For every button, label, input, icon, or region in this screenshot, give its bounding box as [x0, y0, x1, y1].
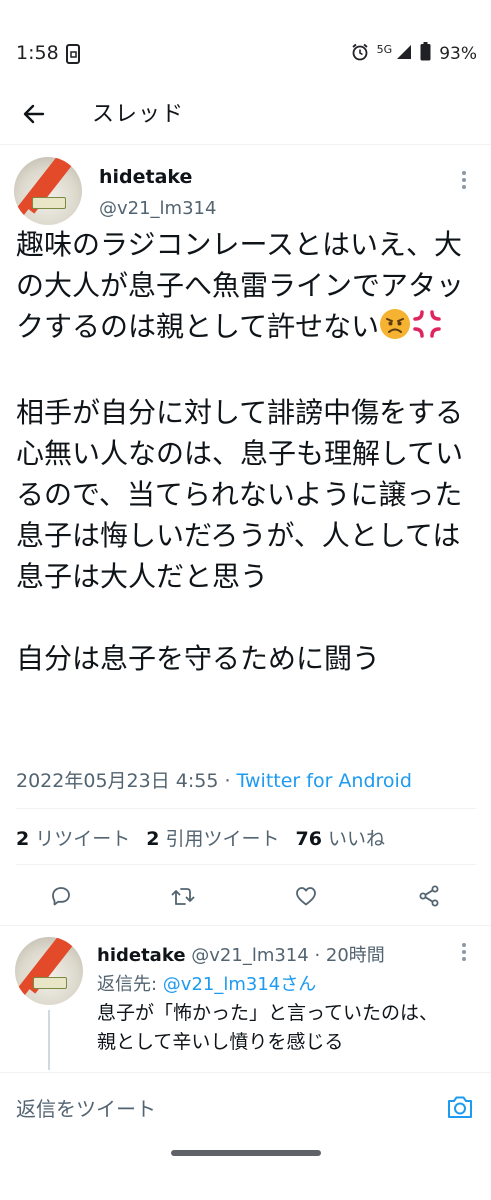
- quotes-label: 引用ツイート: [165, 828, 280, 850]
- network-label: 5G: [376, 42, 393, 56]
- author-handle[interactable]: @v21_lm314: [99, 198, 216, 219]
- reply-to-label: 返信先:: [97, 974, 163, 995]
- reply-header: hidetake @v21_lm314 · 20時間: [97, 941, 385, 967]
- reply-author-avatar[interactable]: [15, 937, 83, 1005]
- more-options-button[interactable]: [452, 170, 476, 194]
- header-divider: [0, 144, 491, 145]
- retweet-button[interactable]: [167, 880, 199, 912]
- more-vertical-icon: [462, 171, 466, 189]
- share-button[interactable]: [413, 880, 445, 912]
- anger-symbol-emoji: [411, 308, 443, 351]
- reply-input[interactable]: 返信をツイート: [16, 1093, 156, 1122]
- battery-percent: 93%: [439, 44, 477, 64]
- quotes-stat[interactable]: 2 引用ツイート: [146, 824, 279, 851]
- tweet-meta: 2022年05月23日 4:55 · Twitter for Android: [16, 766, 412, 793]
- share-icon: [419, 885, 439, 907]
- page-title: スレッド: [92, 102, 185, 127]
- reply-text: 息子が「怖かった」と言っていたのは、親として辛いし憤りを感じる: [97, 1002, 439, 1053]
- tweet-paragraph-3: 自分は息子を守るために闘う: [16, 642, 381, 675]
- status-time: 1:58: [16, 42, 59, 64]
- likes-label: いいね: [327, 828, 385, 850]
- retweets-stat[interactable]: 2 リツイート: [16, 824, 130, 851]
- tweet-text: 趣味のラジコンレースとはいえ、大の大人が息子へ魚雷ラインでアタックするのは親とし…: [16, 224, 478, 679]
- reply-more-options-button[interactable]: [452, 942, 476, 966]
- more-vertical-icon: [462, 943, 466, 961]
- screenshot-notification-icon: [66, 44, 80, 68]
- angry-face-emoji: [379, 308, 411, 351]
- tweet-source-link[interactable]: Twitter for Android: [237, 770, 412, 792]
- back-button[interactable]: [14, 94, 54, 134]
- camera-button[interactable]: [444, 1091, 476, 1123]
- reply-time: · 20時間: [314, 945, 385, 966]
- retweets-count: 2: [16, 828, 30, 850]
- system-navigation-bar: [0, 1143, 491, 1200]
- tweet-stats: 2 リツイート 2 引用ツイート 76 いいね: [16, 824, 385, 851]
- divider: [16, 864, 476, 865]
- reply-author-handle[interactable]: @v21_lm314: [191, 945, 308, 966]
- reply-icon: [52, 887, 70, 906]
- alarm-icon: [351, 43, 369, 66]
- tweet-actions: [0, 876, 491, 916]
- reply-to-line: 返信先: @v21_lm314さん: [97, 970, 316, 996]
- camera-icon: [448, 1096, 472, 1118]
- reply-button[interactable]: [45, 880, 77, 912]
- like-icon: [296, 887, 316, 906]
- author-name[interactable]: hidetake: [99, 166, 192, 188]
- reply-to-user-link[interactable]: @v21_lm314さん: [163, 974, 316, 995]
- battery-icon: [420, 42, 431, 66]
- retweet-icon: [171, 888, 195, 905]
- divider: [16, 808, 476, 809]
- tweet-paragraph-2: 相手が自分に対して誹謗中傷をする心無い人なのは、息子も理解しているので、当てられ…: [16, 396, 464, 593]
- retweets-label: リツイート: [35, 828, 131, 850]
- likes-stat[interactable]: 76 いいね: [296, 824, 385, 851]
- reply-author-name[interactable]: hidetake: [97, 945, 186, 966]
- thread-header: スレッド: [0, 84, 491, 140]
- status-right: 5G 93%: [351, 42, 477, 66]
- meta-separator: ·: [218, 770, 237, 792]
- like-button[interactable]: [290, 880, 322, 912]
- home-gesture-handle[interactable]: [171, 1150, 321, 1156]
- tweet-timestamp: 2022年05月23日 4:55: [16, 770, 219, 792]
- likes-count: 76: [295, 828, 322, 850]
- signal-icon: [396, 44, 412, 65]
- quotes-count: 2: [146, 828, 160, 850]
- back-arrow-icon: [23, 104, 45, 124]
- thread-connector-line: [48, 1010, 50, 1070]
- author-avatar[interactable]: [14, 157, 82, 225]
- divider: [0, 925, 491, 926]
- reply-composer: 返信をツイート: [0, 1073, 491, 1143]
- status-bar: 1:58 5G 93%: [0, 0, 491, 80]
